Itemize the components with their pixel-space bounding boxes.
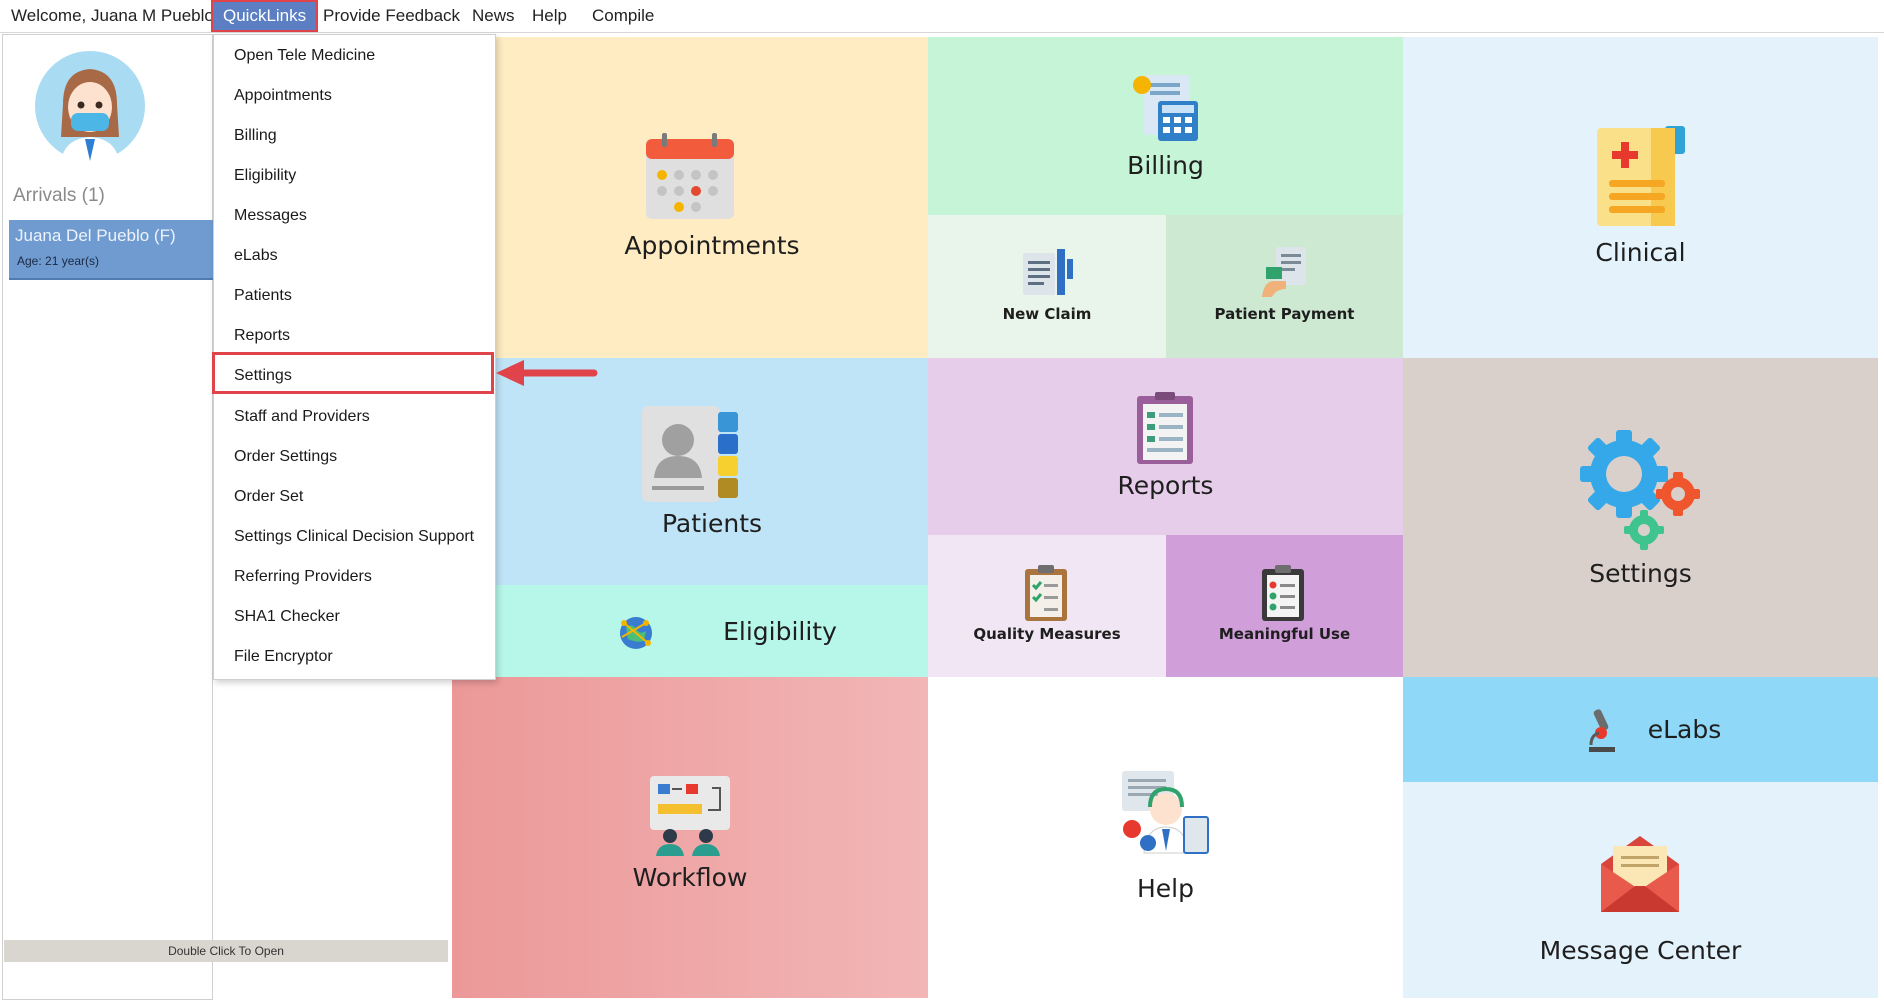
menu-bar: Welcome, Juana M Pueblo QuickLinks Provi… <box>0 0 1884 33</box>
dropdown-item-elabs[interactable]: eLabs <box>214 236 495 276</box>
tile-quality-measures[interactable]: Quality Measures <box>928 535 1166 677</box>
reports-clipboard-icon <box>1137 392 1193 464</box>
calendar-icon <box>646 133 734 219</box>
envelope-letter-icon <box>1601 836 1679 912</box>
tile-clinical[interactable]: Clinical <box>1403 37 1878 358</box>
tile-meaningful-use[interactable]: Meaningful Use <box>1166 535 1403 677</box>
tile-elabs-label: eLabs <box>1647 715 1722 744</box>
tile-new-claim[interactable]: New Claim <box>928 215 1166 358</box>
payment-icon <box>1262 247 1306 297</box>
tile-help-label: Help <box>1137 874 1194 903</box>
dropdown-item-billing[interactable]: Billing <box>214 116 495 156</box>
tile-appointments[interactable]: Appointments <box>496 37 928 358</box>
tile-billing[interactable]: Billing <box>928 37 1403 215</box>
dropdown-item-settings-clinical-decision-support[interactable]: Settings Clinical Decision Support <box>214 517 495 557</box>
menu-compile[interactable]: Compile <box>592 0 654 32</box>
tile-clinical-label: Clinical <box>1595 238 1686 267</box>
tile-reports[interactable]: Reports <box>928 358 1403 535</box>
menu-news[interactable]: News <box>472 0 515 32</box>
tile-message-center-label: Message Center <box>1539 936 1742 965</box>
patients-contact-card-icon <box>642 406 738 502</box>
tile-patient-payment[interactable]: Patient Payment <box>1166 215 1403 358</box>
dropdown-item-order-settings[interactable]: Order Settings <box>214 437 495 477</box>
menu-provide-feedback[interactable]: Provide Feedback <box>323 0 460 32</box>
tile-help[interactable]: Help <box>928 677 1403 998</box>
arrivals-panel: Arrivals (1) Juana Del Pueblo (F) Age: 2… <box>2 34 213 1000</box>
dropdown-item-appointments[interactable]: Appointments <box>214 76 495 116</box>
tile-elabs[interactable]: eLabs <box>1403 677 1878 782</box>
tile-appointments-label: Appointments <box>624 231 800 260</box>
tile-message-center[interactable]: Message Center <box>1403 782 1878 998</box>
dropdown-item-patients[interactable]: Patients <box>214 276 495 316</box>
arrivals-heading: Arrivals (1) <box>13 185 105 206</box>
help-support-agent-icon <box>1122 771 1209 854</box>
avatar <box>33 49 147 163</box>
annotation-arrow-icon <box>496 360 598 386</box>
clinical-chart-icon <box>1597 126 1685 226</box>
billing-calculator-icon <box>1133 75 1198 141</box>
dropdown-item-staff-and-providers[interactable]: Staff and Providers <box>214 397 495 437</box>
dropdown-item-messages[interactable]: Messages <box>214 196 495 236</box>
tile-workflow[interactable]: Workflow <box>452 677 928 998</box>
patient-age: Age: 21 year(s) <box>17 254 100 268</box>
tile-patients[interactable]: Patients <box>496 358 928 585</box>
tile-new-claim-label: New Claim <box>1002 305 1092 323</box>
tile-patients-label: Patients <box>661 509 763 538</box>
dropdown-item-sha1-checker[interactable]: SHA1 Checker <box>214 597 495 637</box>
tile-quality-measures-label: Quality Measures <box>973 625 1121 643</box>
claim-document-icon <box>1023 249 1073 295</box>
menu-help[interactable]: Help <box>532 0 567 32</box>
dropdown-item-eligibility[interactable]: Eligibility <box>214 156 495 196</box>
gears-icon <box>1580 430 1700 550</box>
quality-checklist-icon <box>1025 565 1067 621</box>
tile-eligibility-label: Eligibility <box>723 617 837 646</box>
dropdown-item-order-set[interactable]: Order Set <box>214 477 495 517</box>
menu-quicklinks[interactable]: QuickLinks <box>211 0 319 32</box>
tile-billing-label: Billing <box>1127 151 1204 180</box>
tile-eligibility[interactable]: Eligibility <box>496 585 928 677</box>
settings-highlight-frame <box>212 352 494 394</box>
arrival-patient-card[interactable]: Juana Del Pueblo (F) Age: 21 year(s) <box>9 220 213 280</box>
welcome-text: Welcome, Juana M Pueblo <box>11 6 214 25</box>
tile-reports-label: Reports <box>1117 471 1214 500</box>
tile-settings-label: Settings <box>1589 559 1692 588</box>
tile-settings[interactable]: Settings <box>1403 358 1878 677</box>
dropdown-item-referring-providers[interactable]: Referring Providers <box>214 557 495 597</box>
dropdown-item-file-encryptor[interactable]: File Encryptor <box>214 637 495 677</box>
patient-name: Juana Del Pueblo (F) <box>15 226 176 245</box>
dropdown-item-open-tele-medicine[interactable]: Open Tele Medicine <box>214 36 495 76</box>
double-click-open-bar[interactable]: Double Click To Open <box>4 940 448 962</box>
tile-patient-payment-label: Patient Payment <box>1214 305 1355 323</box>
meaningful-use-checklist-icon <box>1262 565 1304 621</box>
tile-meaningful-use-label: Meaningful Use <box>1218 625 1351 643</box>
tile-workflow-label: Workflow <box>632 863 748 892</box>
dropdown-item-reports[interactable]: Reports <box>214 316 495 356</box>
workflow-board-icon <box>650 776 730 856</box>
